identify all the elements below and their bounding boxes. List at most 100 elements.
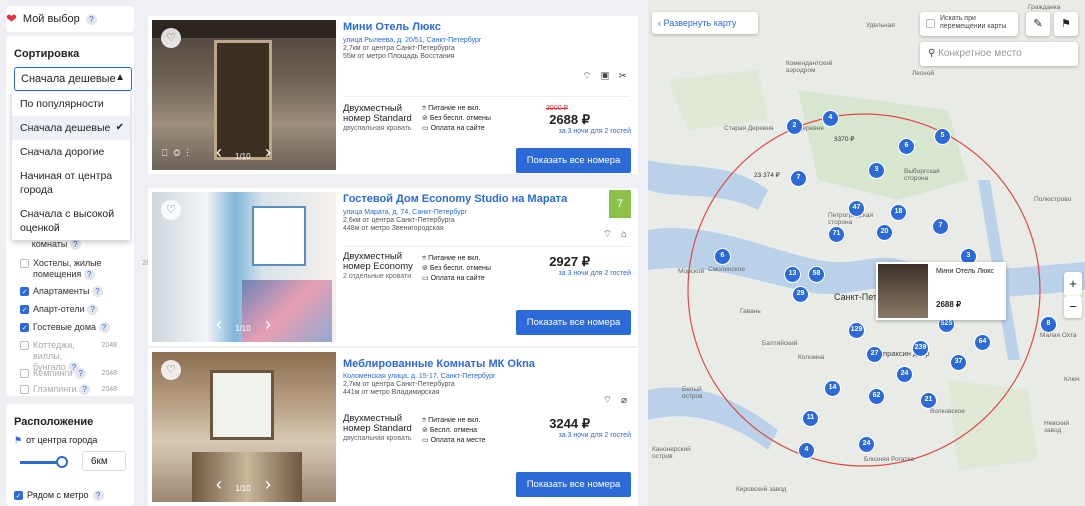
- help-icon[interactable]: ?: [87, 304, 99, 315]
- search-on-move-toggle[interactable]: Искать при перемещении карты: [920, 12, 1018, 36]
- map-cluster-pin[interactable]: 7: [790, 170, 807, 187]
- map-cluster-pin[interactable]: 11: [802, 410, 819, 427]
- hotel-address[interactable]: Коломенская улица, д. 15-17, Санкт-Петер…: [343, 373, 496, 381]
- filter-glampings[interactable]: Глэмпинги ? 2048: [20, 384, 117, 395]
- help-icon[interactable]: ?: [79, 384, 91, 395]
- sort-option-rating[interactable]: Сначала с высокой оценкой: [12, 202, 130, 240]
- map-cluster-pin[interactable]: 5: [934, 128, 951, 145]
- filter-campings[interactable]: Кемпинги ? 2048: [20, 368, 117, 379]
- hotel-card[interactable]: ♡ ‹ › 1/10 Гостевой Дом Economy Studio н…: [148, 188, 638, 346]
- zoom-in-button[interactable]: +: [1064, 272, 1082, 296]
- hotel-photo[interactable]: ♡ ‹ › 1/10: [152, 352, 336, 502]
- help-icon[interactable]: ?: [92, 490, 104, 501]
- map-cluster-pin[interactable]: 62: [868, 388, 885, 405]
- favorite-icon[interactable]: ♡: [161, 28, 181, 48]
- next-photo-icon[interactable]: ›: [265, 474, 271, 495]
- map-cluster-pin[interactable]: 24: [858, 436, 875, 453]
- map-cluster-pin[interactable]: 24: [896, 366, 913, 383]
- next-photo-icon[interactable]: ›: [265, 314, 271, 335]
- checkbox-checked[interactable]: ✓: [20, 287, 29, 296]
- map-cluster-pin[interactable]: 2: [786, 118, 803, 135]
- help-icon[interactable]: ?: [75, 368, 87, 379]
- hotel-metro-distance: 441м от метро Владимирская: [343, 389, 440, 396]
- map-label: Выборгская сторона: [904, 168, 940, 182]
- checkbox[interactable]: [926, 19, 935, 28]
- map-cluster-pin[interactable]: 3: [868, 162, 885, 179]
- distance-slider-handle[interactable]: [56, 456, 68, 468]
- map-cluster-pin[interactable]: 27: [866, 346, 883, 363]
- ruler-icon[interactable]: ✎: [1026, 12, 1050, 36]
- sort-option-center[interactable]: Начиная от центра города: [12, 164, 130, 202]
- sort-option-popularity[interactable]: По популярности: [12, 92, 130, 116]
- map-cluster-pin[interactable]: 58: [808, 266, 825, 283]
- sort-select[interactable]: Сначала дешевые ▲: [14, 67, 132, 91]
- map-cluster-pin[interactable]: 6: [714, 248, 731, 265]
- hotel-card[interactable]: ♡ ⎕◎⋮ ‹ › 1/10 Мини Отель Люкс улица Рыл…: [148, 16, 638, 174]
- hotel-address[interactable]: улица Марата, д. 74, Санкт-Петербург: [343, 209, 467, 217]
- show-all-rooms-button[interactable]: Показать все номера: [516, 472, 631, 497]
- sort-option-cheapest[interactable]: Сначала дешевые ✔: [12, 116, 130, 140]
- photo-counter: 1/10: [235, 152, 251, 161]
- map-cluster-pin[interactable]: 20: [876, 224, 893, 241]
- filter-guest-houses[interactable]: ✓ Гостевые дома ?: [20, 322, 110, 333]
- map-cluster-pin[interactable]: 64: [974, 334, 991, 351]
- map-cluster-pin[interactable]: 4: [822, 110, 839, 127]
- favorites-link[interactable]: ❤ Мой выбор ?: [6, 6, 134, 32]
- filter-apart-hotels[interactable]: ✓ Апарт-отели ?: [20, 304, 99, 315]
- checkbox-checked[interactable]: ✓: [20, 323, 29, 332]
- help-icon[interactable]: ?: [69, 239, 81, 250]
- map-cluster-pin[interactable]: 71: [828, 226, 845, 243]
- map-label: Морской: [678, 268, 705, 275]
- filter-hostels[interactable]: Хостелы, жилые помещения ?2075: [20, 258, 158, 280]
- zoom-out-button[interactable]: −: [1064, 296, 1082, 318]
- collapse-map-button[interactable]: ‹ Развернуть карту: [652, 12, 758, 34]
- hotel-photo[interactable]: ♡ ⎕◎⋮ ‹ › 1/10: [152, 20, 336, 170]
- map-cluster-pin[interactable]: 6: [898, 138, 915, 155]
- map-cluster-pin[interactable]: 14: [824, 380, 841, 397]
- help-icon[interactable]: ?: [92, 286, 103, 297]
- map-cluster-pin[interactable]: 47: [848, 200, 865, 217]
- prev-photo-icon[interactable]: ‹: [216, 474, 222, 495]
- map-hotel-popup[interactable]: Мини Отель Люкс 2688 ₽: [876, 262, 1006, 320]
- place-search-input[interactable]: ⚲ Конкретное место: [920, 42, 1078, 66]
- favorite-icon[interactable]: ♡: [161, 360, 181, 380]
- hotel-photo[interactable]: ♡ ‹ › 1/10: [152, 192, 336, 342]
- favorite-icon[interactable]: ♡: [161, 200, 181, 220]
- hotel-address[interactable]: улица Рылеева, д. 20/51, Санкт-Петербург: [343, 37, 481, 45]
- checkbox[interactable]: [20, 341, 29, 350]
- hotel-card[interactable]: ♡ ‹ › 1/10 Меблированные Комнаты МК Okna…: [148, 348, 638, 506]
- hotel-name[interactable]: Гостевой Дом Economy Studio на Марата: [343, 193, 567, 205]
- show-all-rooms-button[interactable]: Показать все номера: [516, 310, 631, 335]
- map-cluster-pin[interactable]: 4: [798, 442, 815, 459]
- map-cluster-pin[interactable]: 129: [848, 322, 865, 339]
- help-icon[interactable]: ?: [83, 269, 95, 280]
- checkbox[interactable]: [20, 259, 29, 268]
- map-cluster-pin[interactable]: 8: [1040, 316, 1057, 333]
- checkbox-checked[interactable]: ✓: [20, 305, 29, 314]
- checkbox[interactable]: [20, 369, 29, 378]
- map-cluster-pin[interactable]: 21: [920, 392, 937, 409]
- map-cluster-pin[interactable]: 239: [912, 340, 929, 357]
- checkbox[interactable]: [20, 385, 29, 394]
- help-icon[interactable]: ?: [98, 322, 110, 333]
- near-metro-filter[interactable]: ✓ Рядом с метро ?: [14, 490, 104, 501]
- next-photo-icon[interactable]: ›: [265, 142, 271, 163]
- sort-option-expensive[interactable]: Сначала дорогие: [12, 140, 130, 164]
- checkbox-checked[interactable]: ✓: [14, 491, 23, 500]
- flag-icon[interactable]: ⚑: [1054, 12, 1078, 36]
- map[interactable]: Удельная Гражданка Комендантский аэродро…: [648, 0, 1085, 506]
- map-cluster-pin[interactable]: 37: [950, 354, 967, 371]
- help-icon[interactable]: ?: [85, 13, 97, 25]
- hotel-name[interactable]: Меблированные Комнаты МК Okna: [343, 358, 535, 370]
- photo-tools-icons[interactable]: ⎕◎⋮: [162, 148, 195, 159]
- filter-apartments[interactable]: ✓ Апартаменты ?: [20, 286, 103, 297]
- map-cluster-pin[interactable]: 7: [932, 218, 949, 235]
- map-cluster-pin[interactable]: 18: [890, 204, 907, 221]
- map-cluster-pin[interactable]: 29: [792, 286, 809, 303]
- prev-photo-icon[interactable]: ‹: [216, 142, 222, 163]
- prev-photo-icon[interactable]: ‹: [216, 314, 222, 335]
- distance-input[interactable]: 6км: [82, 451, 126, 471]
- show-all-rooms-button[interactable]: Показать все номера: [516, 148, 631, 173]
- hotel-name[interactable]: Мини Отель Люкс: [343, 21, 441, 33]
- map-cluster-pin[interactable]: 13: [784, 266, 801, 283]
